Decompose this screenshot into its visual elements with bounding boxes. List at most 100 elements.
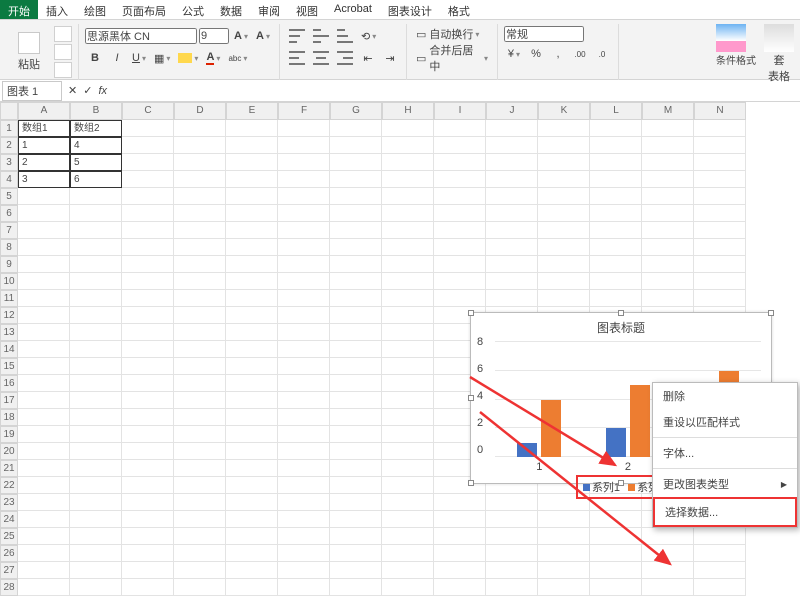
cell[interactable] (70, 443, 122, 460)
cell[interactable] (226, 120, 278, 137)
context-menu-item[interactable]: 选择数据... (653, 497, 797, 527)
cell[interactable] (122, 511, 174, 528)
cell[interactable] (70, 307, 122, 324)
cell[interactable] (226, 545, 278, 562)
cell[interactable] (174, 307, 226, 324)
cell[interactable] (694, 239, 746, 256)
cell[interactable] (122, 494, 174, 511)
cell[interactable] (382, 528, 434, 545)
cell[interactable] (174, 256, 226, 273)
cell[interactable] (486, 273, 538, 290)
fill-color-button[interactable] (175, 48, 201, 68)
tab-公式[interactable]: 公式 (174, 0, 212, 19)
cell[interactable] (278, 443, 330, 460)
row-header[interactable]: 5 (0, 188, 18, 205)
cell[interactable] (226, 477, 278, 494)
cell[interactable] (434, 205, 486, 222)
border-button[interactable]: ▦ (151, 48, 173, 68)
cell[interactable] (382, 154, 434, 171)
cell[interactable] (278, 137, 330, 154)
cell[interactable] (70, 358, 122, 375)
cell[interactable] (330, 205, 382, 222)
context-menu-item[interactable]: 删除 (653, 383, 797, 409)
cell[interactable] (18, 426, 70, 443)
col-header[interactable]: N (694, 102, 746, 120)
cell[interactable] (18, 188, 70, 205)
cell[interactable] (122, 222, 174, 239)
cell[interactable] (122, 137, 174, 154)
cell[interactable] (538, 222, 590, 239)
cell[interactable] (278, 273, 330, 290)
row-header[interactable]: 4 (0, 171, 18, 188)
cell[interactable] (122, 154, 174, 171)
font-size-input[interactable] (199, 28, 229, 44)
cell[interactable] (538, 137, 590, 154)
cell[interactable] (122, 579, 174, 596)
cell[interactable] (538, 273, 590, 290)
cell[interactable] (278, 426, 330, 443)
cell[interactable] (70, 324, 122, 341)
cell[interactable] (122, 205, 174, 222)
cell[interactable] (694, 171, 746, 188)
increase-decimal-button[interactable]: .00 (570, 44, 590, 64)
cell[interactable] (70, 273, 122, 290)
cell[interactable] (642, 222, 694, 239)
col-header[interactable]: B (70, 102, 122, 120)
align-center-button[interactable] (310, 48, 332, 68)
cell[interactable] (642, 154, 694, 171)
cell[interactable] (122, 290, 174, 307)
cell[interactable] (694, 562, 746, 579)
cell[interactable] (434, 579, 486, 596)
tab-Acrobat[interactable]: Acrobat (326, 0, 380, 19)
row-header[interactable]: 13 (0, 324, 18, 341)
name-box-input[interactable] (2, 81, 62, 101)
row-header[interactable]: 20 (0, 443, 18, 460)
tab-绘图[interactable]: 绘图 (76, 0, 114, 19)
cell[interactable] (226, 494, 278, 511)
row-header[interactable]: 3 (0, 154, 18, 171)
cell[interactable] (18, 239, 70, 256)
cell[interactable] (278, 307, 330, 324)
row-header[interactable]: 12 (0, 307, 18, 324)
col-header[interactable]: C (122, 102, 174, 120)
cell[interactable] (70, 494, 122, 511)
align-top-button[interactable] (286, 26, 308, 46)
cell[interactable] (642, 137, 694, 154)
cell[interactable] (70, 290, 122, 307)
row-header[interactable]: 1 (0, 120, 18, 137)
cell[interactable] (278, 341, 330, 358)
cell[interactable] (694, 290, 746, 307)
cell[interactable] (434, 273, 486, 290)
italic-button[interactable]: I (107, 48, 127, 68)
col-header[interactable]: D (174, 102, 226, 120)
format-painter-icon[interactable] (54, 62, 72, 78)
cell[interactable] (330, 154, 382, 171)
cell[interactable] (538, 290, 590, 307)
cell[interactable] (122, 307, 174, 324)
row-header[interactable]: 19 (0, 426, 18, 443)
cell[interactable] (278, 545, 330, 562)
cell[interactable] (434, 256, 486, 273)
cell[interactable] (538, 120, 590, 137)
cell[interactable] (226, 426, 278, 443)
cell[interactable] (174, 358, 226, 375)
cell[interactable] (70, 562, 122, 579)
cell[interactable] (18, 324, 70, 341)
align-right-button[interactable] (334, 48, 356, 68)
cell[interactable] (174, 443, 226, 460)
cell[interactable] (122, 341, 174, 358)
col-header[interactable]: J (486, 102, 538, 120)
cell[interactable] (122, 375, 174, 392)
cell[interactable] (122, 477, 174, 494)
cell[interactable] (278, 477, 330, 494)
cell[interactable] (122, 409, 174, 426)
cell[interactable] (174, 239, 226, 256)
cell[interactable] (278, 188, 330, 205)
cell[interactable] (434, 188, 486, 205)
cell[interactable] (174, 477, 226, 494)
cell[interactable] (122, 528, 174, 545)
cell[interactable] (486, 154, 538, 171)
cell[interactable] (538, 205, 590, 222)
underline-button[interactable]: U (129, 48, 149, 68)
cell[interactable] (18, 392, 70, 409)
